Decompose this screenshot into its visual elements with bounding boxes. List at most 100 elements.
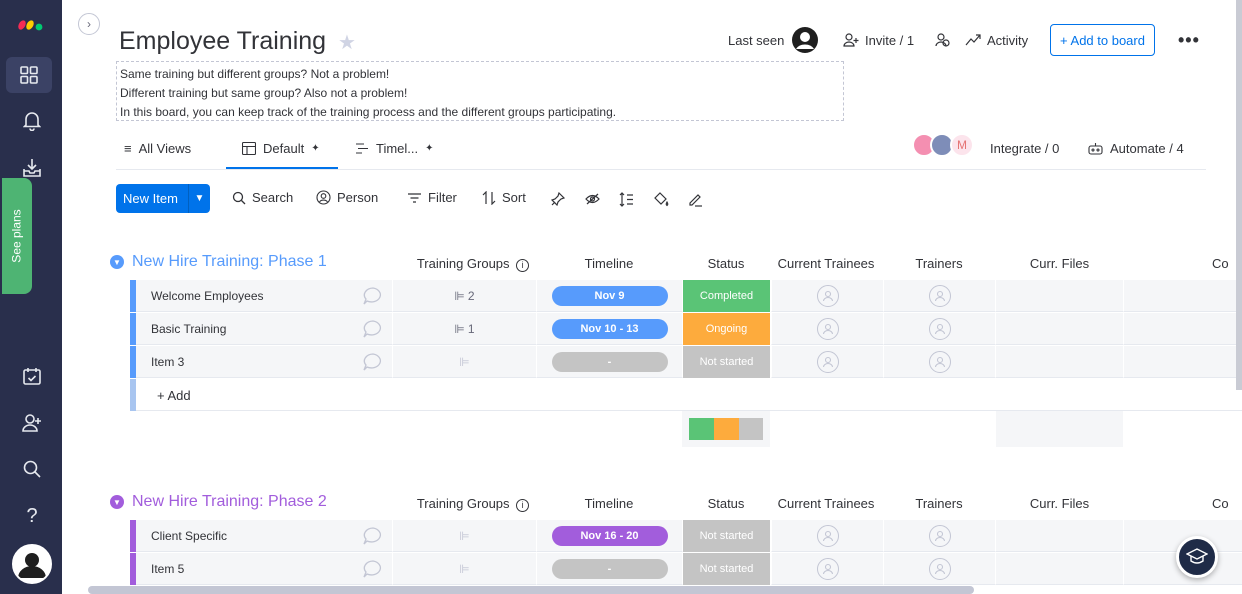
curr-files-cell[interactable] [995,280,1123,312]
trainers-cell[interactable] [883,520,995,552]
add-item-row[interactable]: + Add [130,379,1242,411]
column-header-timeline[interactable]: Timeline [551,496,667,511]
calendar-check-icon[interactable] [17,361,47,391]
timeline-cell[interactable]: Nov 10 - 13 [536,313,682,345]
current-trainees-cell[interactable] [771,280,883,312]
timeline-cell[interactable]: Nov 16 - 20 [536,520,682,552]
automate-button[interactable]: Automate / 4 [1088,136,1184,160]
timeline-cell[interactable]: - [536,346,682,378]
item-name[interactable]: Item 3 [151,355,184,369]
status-cell[interactable]: Not started [682,519,770,552]
group-collapse-chevron-icon[interactable]: ▼ [110,495,124,509]
chevron-down-icon[interactable]: ▼ [188,184,210,213]
all-views-tab[interactable]: ≡ All Views [124,136,191,160]
trainers-cell[interactable] [883,280,995,312]
favorite-star-icon[interactable]: ★ [338,30,356,55]
trainers-cell[interactable] [883,346,995,378]
invite-members-icon[interactable] [17,408,47,438]
column-header-trainers[interactable]: Trainers [883,496,995,511]
board-title[interactable]: Employee Training [119,27,326,56]
training-groups-cell[interactable]: ⊫ [392,520,536,552]
info-icon[interactable]: i [516,259,530,272]
monday-logo-icon[interactable] [17,12,47,32]
status-cell[interactable]: Not started [682,552,770,585]
paint-bucket-icon[interactable] [652,190,670,208]
search-icon[interactable] [17,454,47,484]
search-button[interactable]: Search [232,190,293,205]
tab-default[interactable]: Default ✦ [242,136,320,160]
column-header-timeline[interactable]: Timeline [551,256,667,271]
workspace-grid-icon[interactable] [6,57,52,93]
status-cell[interactable]: Not started [682,345,770,378]
update-bubble-icon[interactable] [362,286,384,306]
guests-icon[interactable] [935,28,951,52]
column-header-curr-files[interactable]: Curr. Files [996,496,1123,511]
table-row[interactable]: Item 3 ⊫ - Not started [130,345,1242,378]
column-header-current-trainees[interactable]: Current Trainees [771,256,881,271]
update-bubble-icon[interactable] [362,559,384,579]
column-header-trainers[interactable]: Trainers [883,256,995,271]
table-row[interactable]: Basic Training ⊫ 1 Nov 10 - 13 Ongoing [130,312,1242,345]
curr-files-cell[interactable] [995,346,1123,378]
training-groups-cell[interactable]: ⊫ 1 [392,313,536,345]
pin-icon[interactable]: ✦ [425,143,433,154]
learning-center-button[interactable] [1176,536,1218,578]
timeline-cell[interactable]: Nov 9 [536,280,682,312]
update-bubble-icon[interactable] [362,352,384,372]
column-header-current-trainees[interactable]: Current Trainees [771,496,881,511]
column-header-truncated[interactable]: Co [1212,496,1242,511]
current-trainees-cell[interactable] [771,346,883,378]
trainers-cell[interactable] [883,313,995,345]
item-name[interactable]: Item 5 [151,562,184,576]
integrate-button[interactable]: Integrate / 0 [990,136,1059,160]
more-options-icon[interactable]: ••• [1178,30,1200,51]
timeline-cell[interactable]: - [536,553,682,585]
activity-button[interactable]: Activity [965,28,1028,52]
update-bubble-icon[interactable] [362,319,384,339]
last-seen[interactable]: Last seen [728,27,819,53]
board-description[interactable]: Same training but different groups? Not … [116,61,844,121]
curr-files-cell[interactable] [995,520,1123,552]
status-cell[interactable]: Completed [682,279,770,312]
bell-icon[interactable] [17,106,47,136]
info-icon[interactable]: i [516,499,530,512]
pin-columns-icon[interactable] [549,190,567,208]
add-to-board-button[interactable]: + Add to board [1050,24,1155,56]
help-icon[interactable]: ? [17,501,47,531]
table-row[interactable]: Client Specific ⊫ Nov 16 - 20 Not starte… [130,519,1242,552]
user-avatar[interactable] [12,544,52,584]
row-height-icon[interactable] [617,190,635,208]
item-name[interactable]: Welcome Employees [151,289,264,303]
training-groups-cell[interactable]: ⊫ 2 [392,280,536,312]
training-groups-cell[interactable]: ⊫ [392,553,536,585]
group-header-phase-2[interactable]: ▼ New Hire Training: Phase 2 [110,493,327,511]
current-trainees-cell[interactable] [771,553,883,585]
next-column-cell[interactable] [1123,280,1242,312]
status-cell[interactable]: Ongoing [682,312,770,345]
horizontal-scrollbar[interactable] [88,586,974,594]
update-bubble-icon[interactable] [362,526,384,546]
sort-button[interactable]: Sort [482,190,526,205]
vertical-scrollbar[interactable] [1236,0,1242,390]
current-trainees-cell[interactable] [771,520,883,552]
next-column-cell[interactable] [1123,313,1242,345]
invite-button[interactable]: Invite / 1 [843,28,914,52]
see-plans-button[interactable]: See plans [2,178,32,294]
current-trainees-cell[interactable] [771,313,883,345]
pin-icon[interactable]: ✦ [311,143,319,154]
group-title[interactable]: New Hire Training: Phase 2 [132,493,327,511]
collapse-panel-chevron-icon[interactable]: › [78,13,100,35]
group-collapse-chevron-icon[interactable]: ▼ [110,255,124,269]
hide-eye-icon[interactable] [583,190,601,208]
item-name[interactable]: Client Specific [151,529,227,543]
tab-timeline[interactable]: Timel... ✦ [355,136,434,160]
curr-files-cell[interactable] [995,313,1123,345]
column-header-training-groups[interactable]: Training Groups i [415,496,531,512]
filter-button[interactable]: Filter [407,190,457,205]
column-header-status[interactable]: Status [682,256,770,271]
group-title[interactable]: New Hire Training: Phase 1 [132,253,327,271]
column-header-status[interactable]: Status [682,496,770,511]
add-item-label[interactable]: + Add [157,388,191,403]
person-filter-button[interactable]: Person [316,190,378,205]
training-groups-cell[interactable]: ⊫ [392,346,536,378]
